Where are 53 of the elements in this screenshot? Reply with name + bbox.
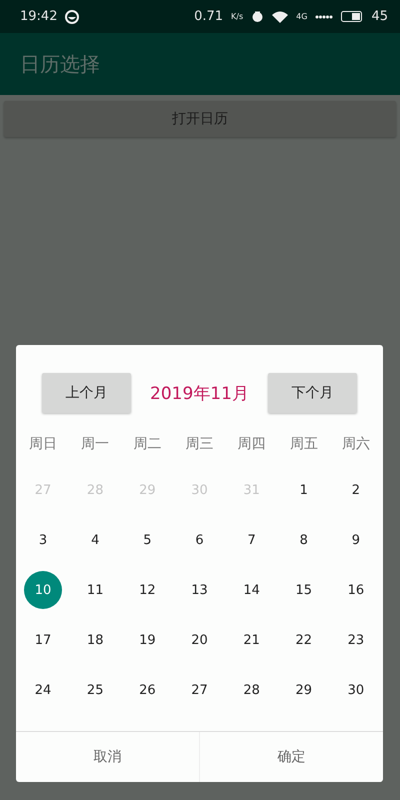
battery-level: 45 (371, 9, 388, 24)
calendar-day[interactable]: 29 (284, 671, 323, 709)
weekday-label: 周三 (185, 435, 214, 454)
calendar-day[interactable]: 4 (76, 521, 114, 559)
calendar-day[interactable]: 16 (336, 571, 375, 609)
calendar-day[interactable]: 20 (180, 621, 218, 659)
previous-month-button[interactable]: 上个月 (42, 373, 131, 413)
calendar-day[interactable]: 9 (336, 521, 375, 559)
calendar-day[interactable]: 15 (284, 571, 323, 609)
dialog-action-button[interactable]: 取消 (16, 732, 199, 782)
weekday-label: 周一 (81, 435, 110, 454)
calendar-day[interactable]: 24 (24, 671, 62, 709)
calendar-day[interactable]: 5 (128, 521, 166, 559)
calendar-day[interactable]: 21 (232, 621, 271, 659)
month-title: 2019年11月 (150, 382, 249, 404)
next-month-button[interactable]: 下个月 (268, 373, 357, 413)
dialog-action-button[interactable]: 确定 (199, 732, 383, 782)
signal-icon (315, 14, 334, 20)
calendar-day[interactable]: 25 (76, 671, 114, 709)
network-speed: 0.71 (194, 9, 224, 24)
calendar-day[interactable]: 1 (284, 471, 323, 509)
app-title: 日历选择 (20, 50, 100, 78)
weekday-label: 周五 (290, 435, 318, 454)
calendar-day[interactable]: 22 (284, 621, 323, 659)
weekday-label: 周二 (133, 435, 162, 454)
speed-unit: K/s (231, 12, 244, 21)
network-type: 4G (296, 12, 308, 21)
calendar-day[interactable]: 14 (232, 571, 271, 609)
weekday-label: 周日 (29, 435, 58, 454)
calendar-day[interactable]: 30 (336, 671, 375, 709)
calendar-day[interactable]: 26 (128, 671, 166, 709)
calendar-day[interactable]: 6 (180, 521, 218, 559)
calendar-day[interactable]: 13 (180, 571, 218, 609)
calendar-day[interactable]: 18 (76, 621, 114, 659)
battery-icon (341, 11, 364, 22)
calendar-day[interactable]: 19 (128, 621, 166, 659)
weekday-label: 周四 (238, 435, 266, 454)
calendar-day[interactable]: 11 (76, 571, 114, 609)
calendar-day[interactable]: 28 (232, 671, 271, 709)
calendar-day[interactable]: 2 (336, 471, 375, 509)
face-icon (65, 10, 80, 24)
calendar-day[interactable]: 10 (24, 571, 62, 609)
calendar-day[interactable]: 23 (336, 621, 375, 659)
calendar-day[interactable]: 7 (232, 521, 271, 559)
calendar-day[interactable]: 3 (24, 521, 62, 559)
weekday-label: 周六 (342, 435, 370, 454)
calendar-day[interactable]: 27 (180, 671, 218, 709)
clock: 19:42 (20, 9, 58, 24)
calendar-day[interactable]: 8 (284, 521, 323, 559)
calendar-day[interactable]: 12 (128, 571, 166, 609)
calendar-day[interactable]: 17 (24, 621, 62, 659)
alarm-icon (251, 10, 264, 23)
wifi-icon (272, 10, 288, 22)
